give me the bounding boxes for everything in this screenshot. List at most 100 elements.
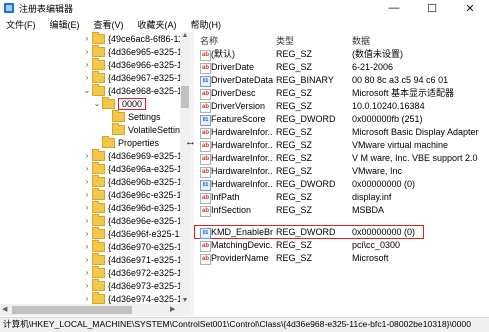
chevron-right-icon[interactable]: › [82, 203, 92, 212]
value-row[interactable]: ab DriverDesc REG_SZ Microsoft 基本显示适配器 [194, 87, 489, 100]
folder-icon [92, 291, 105, 304]
value-row[interactable]: ab DriverVersion REG_SZ 10.0.10240.16384 [194, 100, 489, 113]
folder-icon [92, 148, 105, 161]
tree-horizontal-scrollbar[interactable]: ◀ ▶ [0, 304, 190, 316]
values-list[interactable]: 名称 类型 数据 ab (默认) REG_SZ (数值未设置) ab Drive… [194, 32, 489, 316]
tree-item[interactable]: › {4d36e970-e325-11 [82, 239, 187, 253]
tree-item-expanded[interactable]: ⌄ {4d36e968-e325-11 [82, 83, 186, 97]
scroll-thumb[interactable] [12, 306, 132, 314]
tree-item[interactable]: › {4d36e974-e325-11 [82, 291, 186, 304]
menu-view[interactable]: 查看(V) [87, 18, 131, 31]
scroll-down-icon[interactable]: ▼ [180, 297, 190, 304]
chevron-right-icon[interactable]: › [82, 47, 92, 56]
value-row[interactable]: ab MatchingDevic... REG_SZ pci\cc_0300 [194, 239, 489, 252]
value-row[interactable]: ab ProviderName REG_SZ Microsoft [194, 252, 489, 265]
tree-item[interactable]: › {4d36e972-e325-11 [82, 265, 187, 279]
menu-bar: 文件(F) 编辑(E) 查看(V) 收藏夹(A) 帮助(H) [0, 16, 489, 32]
menu-file[interactable]: 文件(F) [0, 18, 43, 31]
chevron-right-icon[interactable]: › [82, 164, 92, 173]
value-row[interactable]: ab HardwareInfor... REG_SZ VMware, Inc [194, 165, 489, 178]
chevron-right-icon[interactable]: › [82, 281, 92, 290]
value-row[interactable]: ab InfPath REG_SZ display.inf [194, 191, 489, 204]
folder-icon [92, 187, 105, 200]
dword-value-icon: 01 [200, 115, 211, 126]
minimize-button[interactable]: — [375, 0, 413, 16]
column-header-type[interactable]: 类型 [276, 34, 294, 47]
chevron-right-icon[interactable]: › [82, 216, 92, 225]
tree-item-label: {4d36e972-e325-11 [108, 267, 187, 278]
tree-item-label: {4d36e966-e325-11 [108, 59, 187, 70]
value-row[interactable]: ab DriverDate REG_SZ 6-21-2006 [194, 61, 489, 74]
menu-help[interactable]: 帮助(H) [184, 18, 229, 31]
value-data: 00 80 8c a3 c5 94 c6 01 [352, 75, 449, 85]
chevron-down-icon[interactable]: ⌄ [82, 86, 92, 95]
value-row[interactable]: ab HardwareInfor... REG_SZ Microsoft Bas… [194, 126, 489, 139]
chevron-right-icon[interactable]: › [82, 73, 92, 82]
value-type: REG_SZ [276, 253, 313, 263]
menu-favorites[interactable]: 收藏夹(A) [131, 18, 184, 31]
value-row-highlighted[interactable]: 01 KMD_EnableBr... REG_DWORD 0x00000000 … [194, 226, 489, 239]
value-row[interactable]: 01 HardwareInfor... REG_DWORD 0x00000000… [194, 178, 489, 191]
chevron-right-icon[interactable]: › [82, 151, 92, 160]
tree-item[interactable]: › {4d36e96c-e325-11 [82, 187, 186, 201]
tree-item[interactable]: › {4d36e96a-e325-11 [82, 161, 186, 175]
registry-tree[interactable]: › {49ce6ac8-6f86-11c › {4d36e965-e325-11… [0, 32, 190, 304]
tree-item[interactable]: › {4d36e96e-e325-11 [82, 213, 186, 227]
value-name: DriverDateData [211, 75, 274, 85]
tree-item[interactable]: › {4d36e969-e325-11 [82, 148, 187, 162]
tree-item[interactable]: Properties [102, 135, 159, 149]
chevron-down-icon[interactable]: ⌄ [92, 99, 102, 108]
string-value-icon: ab [200, 154, 211, 165]
tree-item-label: {4d36e96d-e325-11 [108, 202, 187, 213]
maximize-button[interactable]: ☐ [413, 0, 451, 16]
tree-item[interactable]: › {4d36e966-e325-11 [82, 57, 187, 71]
chevron-right-icon[interactable]: › [82, 190, 92, 199]
value-name: InfPath [211, 192, 240, 202]
tree-item[interactable]: › {4d36e967-e325-11 [82, 70, 186, 84]
value-name: HardwareInfor... [211, 140, 273, 150]
tree-item[interactable]: › {4d36e96f-e325-11c [82, 226, 188, 240]
value-row[interactable]: ab (默认) REG_SZ (数值未设置) [194, 48, 489, 61]
column-header-data[interactable]: 数据 [352, 34, 370, 47]
tree-item[interactable]: › {4d36e96d-e325-11 [82, 200, 187, 214]
tree-item-label: {4d36e970-e325-11 [108, 241, 187, 252]
value-type: REG_SZ [276, 153, 313, 163]
chevron-right-icon[interactable]: › [82, 242, 92, 251]
tree-item-label: {4d36e971-e325-11 [108, 254, 187, 265]
tree-item[interactable]: › {4d36e96b-e325-11 [82, 174, 186, 188]
chevron-right-icon[interactable]: › [82, 255, 92, 264]
tree-item-label: {4d36e969-e325-11 [108, 150, 187, 161]
chevron-right-icon[interactable]: › [82, 34, 92, 43]
tree-item[interactable]: › {4d36e965-e325-11 [82, 44, 186, 58]
value-type: REG_BINARY [276, 75, 334, 85]
tree-item[interactable]: › {4d36e971-e325-11 [82, 252, 187, 266]
value-row[interactable]: ab InfSection REG_SZ MSBDA [194, 204, 489, 217]
chevron-right-icon[interactable]: › [82, 268, 92, 277]
tree-item[interactable]: Settings [112, 109, 161, 123]
scroll-right-icon[interactable]: ▶ [170, 304, 175, 316]
value-row[interactable]: ab HardwareInfor... REG_SZ VMware virtua… [194, 139, 489, 152]
string-value-icon: ab [200, 167, 211, 178]
scroll-left-icon[interactable]: ◀ [2, 304, 7, 316]
tree-item[interactable]: › {4d36e973-e325-11 [82, 278, 186, 292]
string-value-icon: ab [200, 254, 211, 265]
folder-icon [102, 135, 115, 148]
close-button[interactable]: ✕ [451, 0, 489, 16]
chevron-right-icon[interactable]: › [82, 294, 92, 303]
menu-edit[interactable]: 编辑(E) [43, 18, 87, 31]
chevron-right-icon[interactable]: › [82, 60, 92, 69]
value-data: V M ware, Inc. VBE support 2.0 [352, 153, 478, 163]
tree-vertical-scrollbar[interactable]: ▲ ▼ [180, 32, 190, 304]
scroll-thumb[interactable] [181, 86, 189, 108]
value-row[interactable]: ab HardwareInfor... REG_SZ V M ware, Inc… [194, 152, 489, 165]
chevron-right-icon[interactable]: › [82, 229, 92, 238]
tree-item-selected[interactable]: ⌄ 0000 [92, 96, 147, 110]
value-data: 6-21-2006 [352, 62, 394, 72]
value-row[interactable]: 01 DriverDateData REG_BINARY 00 80 8c a3… [194, 74, 489, 87]
scroll-up-icon[interactable]: ▲ [180, 32, 190, 39]
value-row[interactable]: 01 FeatureScore REG_DWORD 0x000000fb (25… [194, 113, 489, 126]
chevron-right-icon[interactable]: › [82, 177, 92, 186]
tree-item[interactable]: VolatileSettin [112, 122, 180, 136]
tree-item[interactable]: › {49ce6ac8-6f86-11c [82, 32, 187, 45]
column-header-name[interactable]: 名称 [200, 34, 218, 47]
